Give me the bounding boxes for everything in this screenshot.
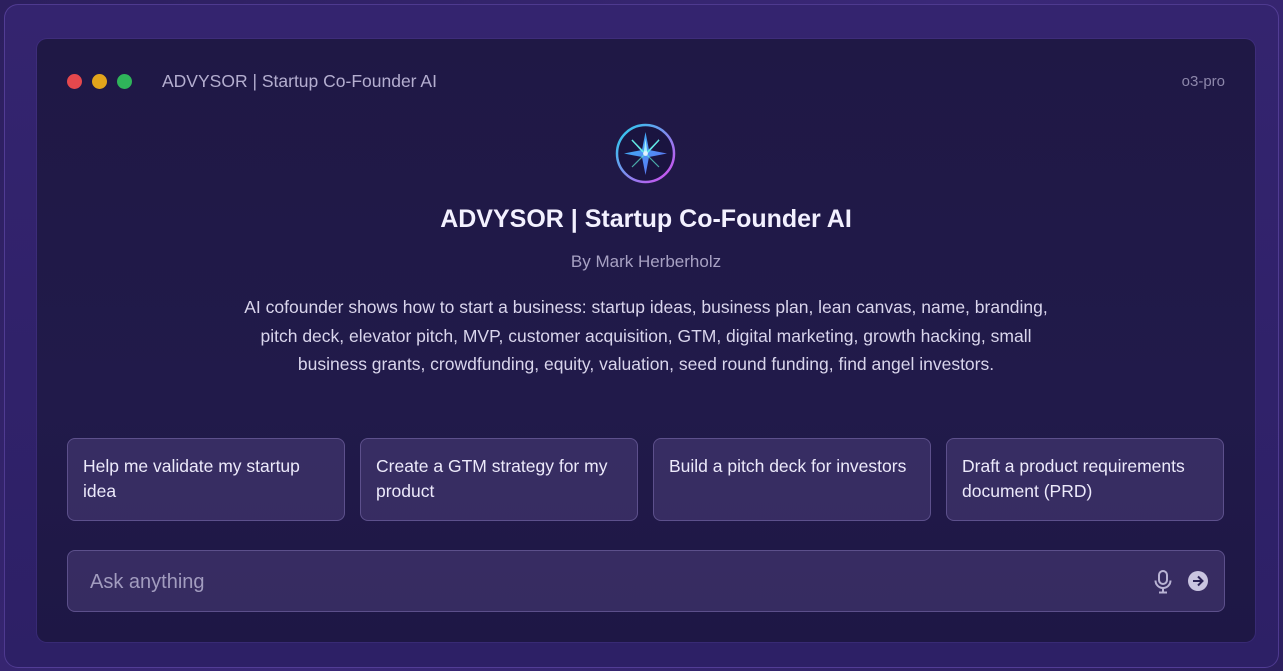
suggestion-list: Help me validate my startup idea Create … (67, 438, 1224, 521)
compass-star-icon (615, 123, 676, 184)
maximize-window-button[interactable] (117, 74, 132, 89)
composer (67, 550, 1225, 613)
page-title: ADVYSOR | Startup Co-Founder AI (440, 205, 852, 233)
microphone-icon[interactable] (1152, 569, 1174, 595)
model-label: o3-pro (1181, 73, 1225, 90)
suggestion-card-gtm-strategy[interactable]: Create a GTM strategy for my product (360, 438, 638, 521)
close-window-button[interactable] (67, 74, 82, 89)
chat-window: ADVYSOR | Startup Co-Founder AI o3-pro A… (37, 39, 1255, 642)
suggestion-card-validate-idea[interactable]: Help me validate my startup idea (67, 438, 345, 521)
send-arrow-icon[interactable] (1187, 570, 1209, 592)
suggestion-card-prd[interactable]: Draft a product requirements document (P… (946, 438, 1224, 521)
author-byline: By Mark Herberholz (570, 252, 722, 271)
window-controls (67, 74, 132, 89)
description: AI cofounder shows how to start a busine… (244, 297, 1048, 375)
app-frame: ADVYSOR | Startup Co-Founder AI o3-pro A… (4, 4, 1279, 668)
suggestion-card-pitch-deck[interactable]: Build a pitch deck for investors (653, 438, 931, 521)
window-title: ADVYSOR | Startup Co-Founder AI (162, 71, 437, 91)
minimize-window-button[interactable] (92, 74, 107, 89)
message-input[interactable] (88, 551, 1132, 613)
